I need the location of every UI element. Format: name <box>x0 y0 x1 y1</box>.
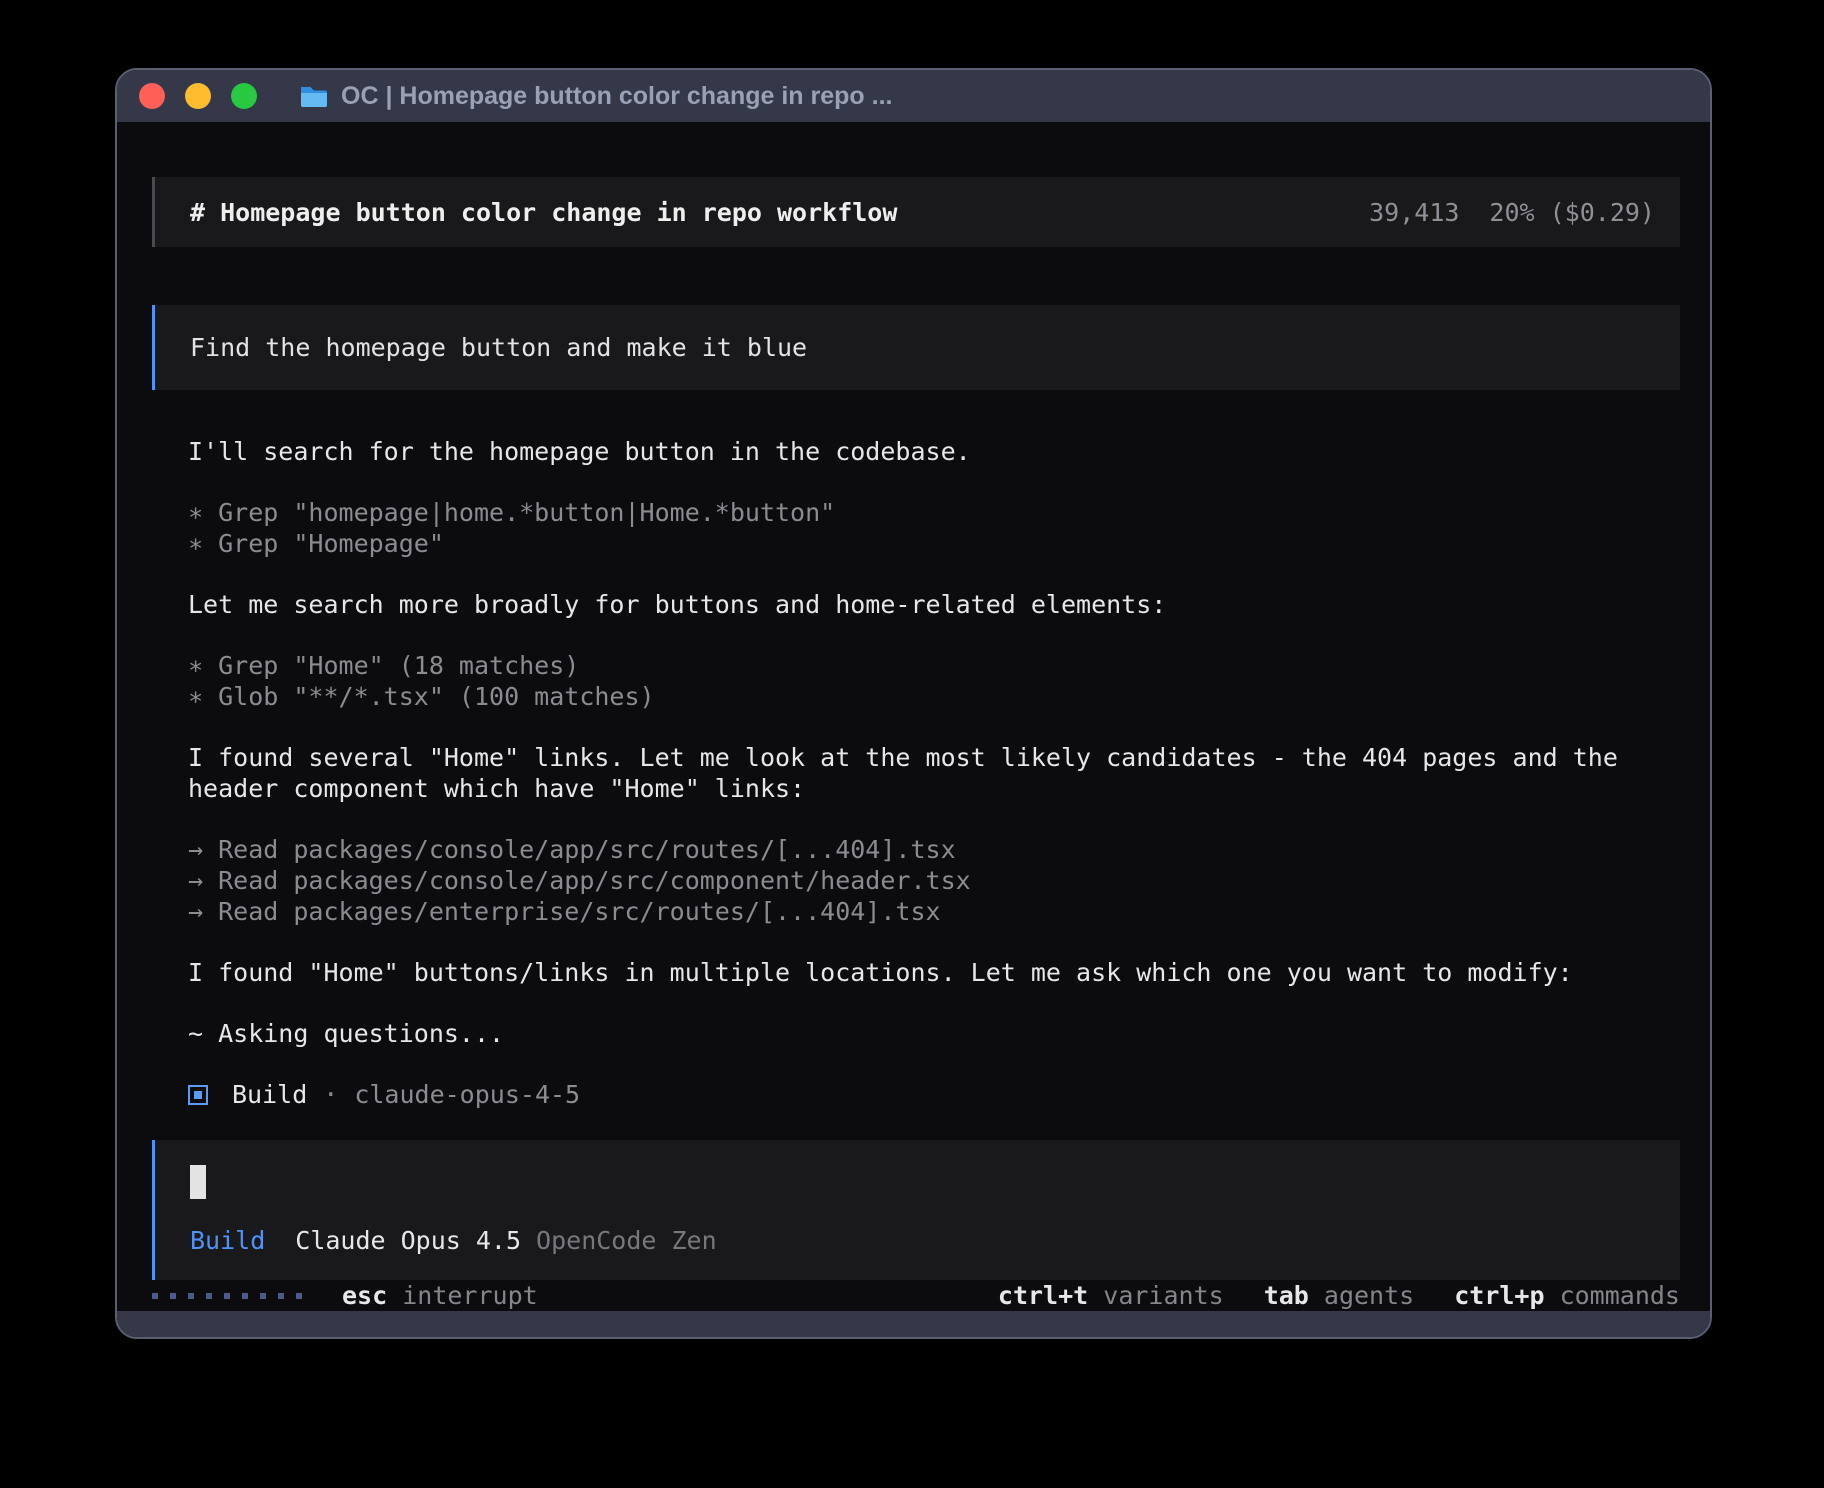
user-message: Find the homepage button and make it blu… <box>152 305 1680 390</box>
titlebar: OC | Homepage button color change in rep… <box>117 70 1710 122</box>
spinner-dot <box>260 1293 266 1299</box>
task-agent-name: Build <box>232 1079 307 1110</box>
shortcut-hints: ctrl+t variants tab agents ctrl+p comman… <box>958 1280 1680 1311</box>
window-title: OC | Homepage button color change in rep… <box>341 82 892 111</box>
esc-label: interrupt <box>402 1281 537 1310</box>
commands-hint: ctrl+p commands <box>1454 1280 1680 1311</box>
agents-label: agents <box>1324 1281 1414 1310</box>
spinner-dot <box>278 1293 284 1299</box>
spinner-dot <box>170 1293 176 1299</box>
app-window: OC | Homepage button color change in rep… <box>115 68 1712 1339</box>
spinner-dot <box>152 1293 158 1299</box>
tool-call-grep: ∗ Grep "homepage|home.*button|Home.*butt… <box>188 497 1680 528</box>
task-model-name: claude-opus-4-5 <box>354 1079 580 1110</box>
window-bottom-strip <box>117 1311 1710 1337</box>
input-agent-name[interactable]: Build <box>190 1225 265 1256</box>
session-stats: 39,413 20% ($0.29) <box>1369 197 1655 228</box>
tool-call-grep: ∗ Grep "Home" (18 matches) <box>188 650 1680 681</box>
variants-key: ctrl+t <box>998 1281 1103 1310</box>
prompt-input[interactable]: Build Claude Opus 4.5 OpenCode Zen <box>152 1140 1680 1280</box>
folder-icon <box>299 84 329 109</box>
input-provider-name: OpenCode Zen <box>536 1225 717 1256</box>
variants-hint: ctrl+t variants <box>998 1280 1224 1311</box>
esc-interrupt-hint: esc interrupt <box>342 1280 538 1311</box>
spinner-dot <box>206 1293 212 1299</box>
text-cursor <box>190 1165 206 1199</box>
spinner-dot <box>224 1293 230 1299</box>
spinner-dot <box>242 1293 248 1299</box>
status-bar: esc interrupt ctrl+t variants tab agents… <box>152 1280 1680 1311</box>
commands-key: ctrl+p <box>1454 1281 1559 1310</box>
agents-key: tab <box>1264 1281 1324 1310</box>
session-title: # Homepage button color change in repo w… <box>190 197 897 228</box>
zoom-button[interactable] <box>231 83 257 109</box>
tool-call-read: → Read packages/console/app/src/componen… <box>188 865 1680 896</box>
close-button[interactable] <box>139 83 165 109</box>
context-cost: 20% ($0.29) <box>1489 198 1655 227</box>
assistant-text: I found "Home" buttons/links in multiple… <box>188 957 1680 988</box>
task-status-row: Build · claude-opus-4-5 <box>188 1079 1680 1110</box>
tool-call-read: → Read packages/console/app/src/routes/[… <box>188 834 1680 865</box>
variants-label: variants <box>1103 1281 1223 1310</box>
terminal: # Homepage button color change in repo w… <box>117 122 1710 1311</box>
user-message-text: Find the homepage button and make it blu… <box>190 332 1645 363</box>
transcript: I'll search for the homepage button in t… <box>188 436 1680 1110</box>
spinner-dots <box>152 1293 314 1299</box>
assistant-text: I'll search for the homepage button in t… <box>188 436 1680 467</box>
assistant-text: I found several "Home" links. Let me loo… <box>188 742 1680 804</box>
assistant-text: Let me search more broadly for buttons a… <box>188 589 1680 620</box>
dot-separator: · <box>323 1079 338 1110</box>
agents-hint: tab agents <box>1264 1280 1415 1311</box>
input-model-name: Claude Opus 4.5 <box>295 1225 521 1256</box>
input-agent-row: Build Claude Opus 4.5 OpenCode Zen <box>190 1225 1645 1256</box>
spinner-dot <box>188 1293 194 1299</box>
esc-key: esc <box>342 1281 402 1310</box>
tool-call-glob: ∗ Glob "**/*.tsx" (100 matches) <box>188 681 1680 712</box>
token-count: 39,413 <box>1369 198 1459 227</box>
spinner-dot <box>296 1293 302 1299</box>
tool-call-grep: ∗ Grep "Homepage" <box>188 528 1680 559</box>
tool-call-read: → Read packages/enterprise/src/routes/[.… <box>188 896 1680 927</box>
session-header: # Homepage button color change in repo w… <box>152 177 1680 247</box>
asking-questions-status: ~ Asking questions... <box>188 1018 1680 1049</box>
commands-label: commands <box>1560 1281 1680 1310</box>
minimize-button[interactable] <box>185 83 211 109</box>
agent-square-icon <box>188 1085 208 1105</box>
